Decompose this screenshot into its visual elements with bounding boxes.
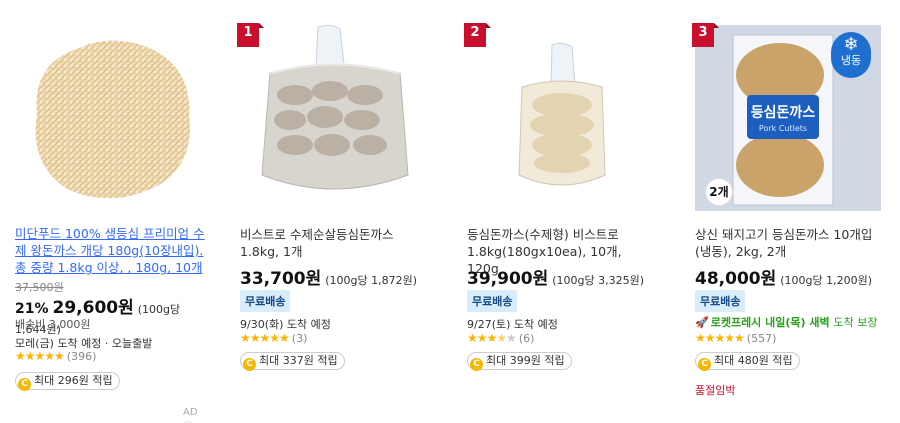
shipping-fee: 배송비 3,000원 [15, 318, 91, 331]
star-rating-icon: ★★★★★ [467, 331, 517, 345]
unit-price: (100g당 1,200원) [780, 274, 873, 287]
coin-icon: C [18, 378, 31, 391]
rocket-brand: 로켓프레시 [710, 316, 762, 329]
sale-price: 48,000원 [695, 269, 777, 289]
review-count: (6) [518, 332, 535, 345]
sale-price: 33,700원 [240, 269, 322, 289]
package-label: 등심돈까스 [751, 105, 816, 121]
free-shipping-badge: 무료배송 [695, 290, 746, 312]
review-count: (3) [291, 332, 308, 345]
coin-icon: C [243, 358, 256, 371]
review-count: (557) [746, 332, 777, 345]
product-image[interactable] [467, 25, 653, 211]
cashback-badge: C 최대 480원 적립 [695, 352, 800, 371]
rocket-text: 내일(목) 새벽 [765, 316, 830, 329]
rating: ★★★★★ (6) [467, 331, 534, 345]
product-card[interactable]: 2 등심돈까스(수제형) 비스트로 1.8kg(180gx10ea), 10개,… [464, 0, 657, 423]
star-rating-icon: ★★★★★ [695, 331, 745, 345]
product-image[interactable] [240, 25, 426, 211]
snowflake-icon: ❄ [843, 34, 859, 55]
cashback-badge: C 최대 337원 적립 [240, 352, 345, 371]
product-title[interactable]: 비스트로 수제순살등심돈까스 1.8kg, 1개 [240, 226, 426, 260]
cashback-text: 최대 337원 적립 [259, 354, 338, 367]
price-line: 33,700원 (100g당 1,872원) [240, 264, 417, 289]
rocket-fresh-delivery: 🚀 로켓프레시 내일(목) 새벽 도착 보장 [695, 314, 877, 330]
discount-rate: 21% [15, 301, 49, 317]
quantity-badge: 2개 [705, 178, 733, 206]
delivery-estimate: 9/30(화) 도착 예정 [240, 318, 331, 331]
sale-price: 39,900원 [467, 269, 549, 289]
rocket-suffix: 도착 보장 [833, 316, 878, 329]
product-title-link[interactable]: 미단푸드 100% 생등심 프리미엄 수제 왕돈까스 개당 180g(10장내입… [15, 225, 205, 276]
cashback-badge: C 최대 399원 적립 [467, 352, 572, 371]
price-line: 39,900원 (100g당 3,325원) [467, 264, 644, 289]
product-image[interactable] [17, 24, 203, 210]
rating: ★★★★★ (396) [15, 349, 96, 363]
cashback-text: 최대 296원 적립 [34, 374, 113, 387]
coin-icon: C [698, 358, 711, 371]
frozen-badge: ❄ 냉동 [831, 32, 871, 78]
sale-price: 29,600원 [52, 298, 134, 318]
rating: ★★★★★ (557) [695, 331, 776, 345]
rating: ★★★★★ (3) [240, 331, 307, 345]
sold-out-soon-label: 품절임박 [695, 384, 736, 397]
product-title[interactable]: 상신 돼지고기 등심돈까스 10개입 (냉동), 2kg, 2개 [695, 226, 881, 260]
unit-price: (100g당 3,325원) [552, 274, 645, 287]
ad-label[interactable]: AD ⓘ [183, 407, 204, 423]
cashback-text: 최대 399원 적립 [486, 354, 565, 367]
review-count: (396) [66, 350, 97, 363]
coin-icon: C [470, 358, 483, 371]
product-card[interactable]: 3 등심돈까스 Pork Cutlets ❄ 냉동 2개 상신 돼지고기 등심돈… [692, 0, 885, 423]
star-rating-icon: ★★★★★ [15, 349, 65, 363]
frozen-label: 냉동 [840, 54, 862, 67]
star-rating-icon: ★★★★★ [240, 331, 290, 345]
delivery-estimate: 9/27(토) 도착 예정 [467, 318, 558, 331]
cashback-badge: C 최대 296원 적립 [15, 372, 120, 391]
product-card[interactable]: 1 비스트로 수제순살등심돈까스 1.8kg, 1개 33,700원 (100g당… [237, 0, 430, 423]
rank-badge: 2 [464, 23, 491, 47]
package-sublabel: Pork Cutlets [759, 124, 807, 133]
unit-price: (100g당 1,872원) [325, 274, 418, 287]
cashback-text: 최대 480원 적립 [714, 354, 793, 367]
rocket-icon: 🚀 [695, 316, 709, 329]
product-card[interactable]: 미단푸드 100% 생등심 프리미엄 수제 왕돈까스 개당 180g(10장내입… [12, 0, 205, 423]
price-line: 48,000원 (100g당 1,200원) [695, 264, 872, 289]
rank-badge: 1 [237, 23, 264, 47]
rank-badge: 3 [692, 23, 719, 47]
free-shipping-badge: 무료배송 [240, 290, 291, 312]
free-shipping-badge: 무료배송 [467, 290, 518, 312]
